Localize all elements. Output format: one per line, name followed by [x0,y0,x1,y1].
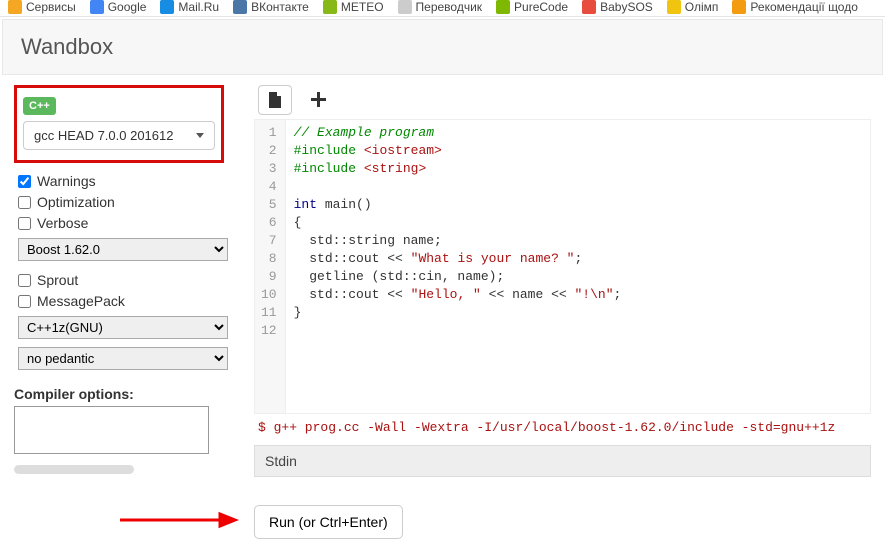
bookmark-label: Google [108,0,147,14]
compiler-options-label: Compiler options: [14,386,224,402]
verbose-checkbox[interactable] [18,217,31,230]
warnings-label: Warnings [37,173,96,189]
sidebar: C++ gcc HEAD 7.0.0 201612 Warnings Optim… [14,85,224,539]
page-header: Wandbox [2,19,883,75]
bookmark-label: Рекомендації щодо [750,0,857,14]
bookmark-favicon [398,0,412,14]
verbose-label: Verbose [37,215,88,231]
boost-select[interactable]: Boost 1.62.0 [18,238,228,261]
file-tabs [254,85,871,115]
sprout-checkbox-row[interactable]: Sprout [18,272,224,288]
compiler-select-box: C++ gcc HEAD 7.0.0 201612 [14,85,224,163]
bookmark-favicon [323,0,337,14]
bookmark-item[interactable]: Переводчик [398,0,483,14]
code-content[interactable]: // Example program#include <iostream>#in… [286,120,630,413]
stdin-panel[interactable]: Stdin [254,445,871,477]
std-select[interactable]: C++1z(GNU) [18,316,228,339]
bookmark-label: PureCode [514,0,568,14]
bookmark-favicon [160,0,174,14]
bookmark-favicon [667,0,681,14]
bookmark-item[interactable]: Олімп [667,0,719,14]
add-file-button[interactable] [306,88,330,112]
optimization-checkbox[interactable] [18,196,31,209]
warnings-checkbox-row[interactable]: Warnings [18,173,224,189]
optimization-label: Optimization [37,194,115,210]
plus-icon [310,92,326,108]
compile-command: $ g++ prog.cc -Wall -Wextra -I/usr/local… [254,414,871,441]
optimization-checkbox-row[interactable]: Optimization [18,194,224,210]
main-area: 123456789101112 // Example program#inclu… [254,85,871,539]
bookmark-label: Mail.Ru [178,0,219,14]
bookmark-item[interactable]: PureCode [496,0,568,14]
annotation-arrow [120,510,240,530]
sprout-checkbox[interactable] [18,274,31,287]
bookmark-item[interactable]: Сервисы [8,0,76,14]
bookmark-favicon [90,0,104,14]
bookmark-item[interactable]: Google [90,0,147,14]
line-gutter: 123456789101112 [255,120,286,413]
messagepack-label: MessagePack [37,293,125,309]
bookmark-item[interactable]: METEO [323,0,384,14]
bookmark-label: BabySOS [600,0,653,14]
file-icon [268,92,282,108]
file-tab-active[interactable] [258,85,292,115]
bookmark-item[interactable]: ВКонтакте [233,0,309,14]
compiler-dropdown[interactable]: gcc HEAD 7.0.0 201612 [23,121,215,150]
bookmark-label: Сервисы [26,0,76,14]
bookmark-favicon [582,0,596,14]
pedantic-select[interactable]: no pedantic [18,347,228,370]
messagepack-checkbox[interactable] [18,295,31,308]
verbose-checkbox-row[interactable]: Verbose [18,215,224,231]
run-button[interactable]: Run (or Ctrl+Enter) [254,505,403,539]
sprout-label: Sprout [37,272,78,288]
scroll-indicator [14,465,134,474]
bookmark-label: Олімп [685,0,719,14]
bookmark-label: METEO [341,0,384,14]
bookmark-item[interactable]: Рекомендації щодо [732,0,857,14]
bookmark-label: Переводчик [416,0,483,14]
bookmarks-bar: Сервисы Google Mail.Ru ВКонтакте METEO Перево… [0,0,885,17]
bookmark-favicon [8,0,22,14]
warnings-checkbox[interactable] [18,175,31,188]
compiler-options-textarea[interactable] [14,406,209,454]
bookmark-favicon [233,0,247,14]
language-badge: C++ [23,97,56,115]
compiler-dropdown-label: gcc HEAD 7.0.0 201612 [34,128,173,143]
bookmark-item[interactable]: BabySOS [582,0,653,14]
bookmark-label: ВКонтакте [251,0,309,14]
code-editor[interactable]: 123456789101112 // Example program#inclu… [254,119,871,414]
bookmark-favicon [732,0,746,14]
bookmark-favicon [496,0,510,14]
bookmark-item[interactable]: Mail.Ru [160,0,219,14]
caret-down-icon [196,133,204,138]
page-title: Wandbox [21,34,864,60]
messagepack-checkbox-row[interactable]: MessagePack [18,293,224,309]
